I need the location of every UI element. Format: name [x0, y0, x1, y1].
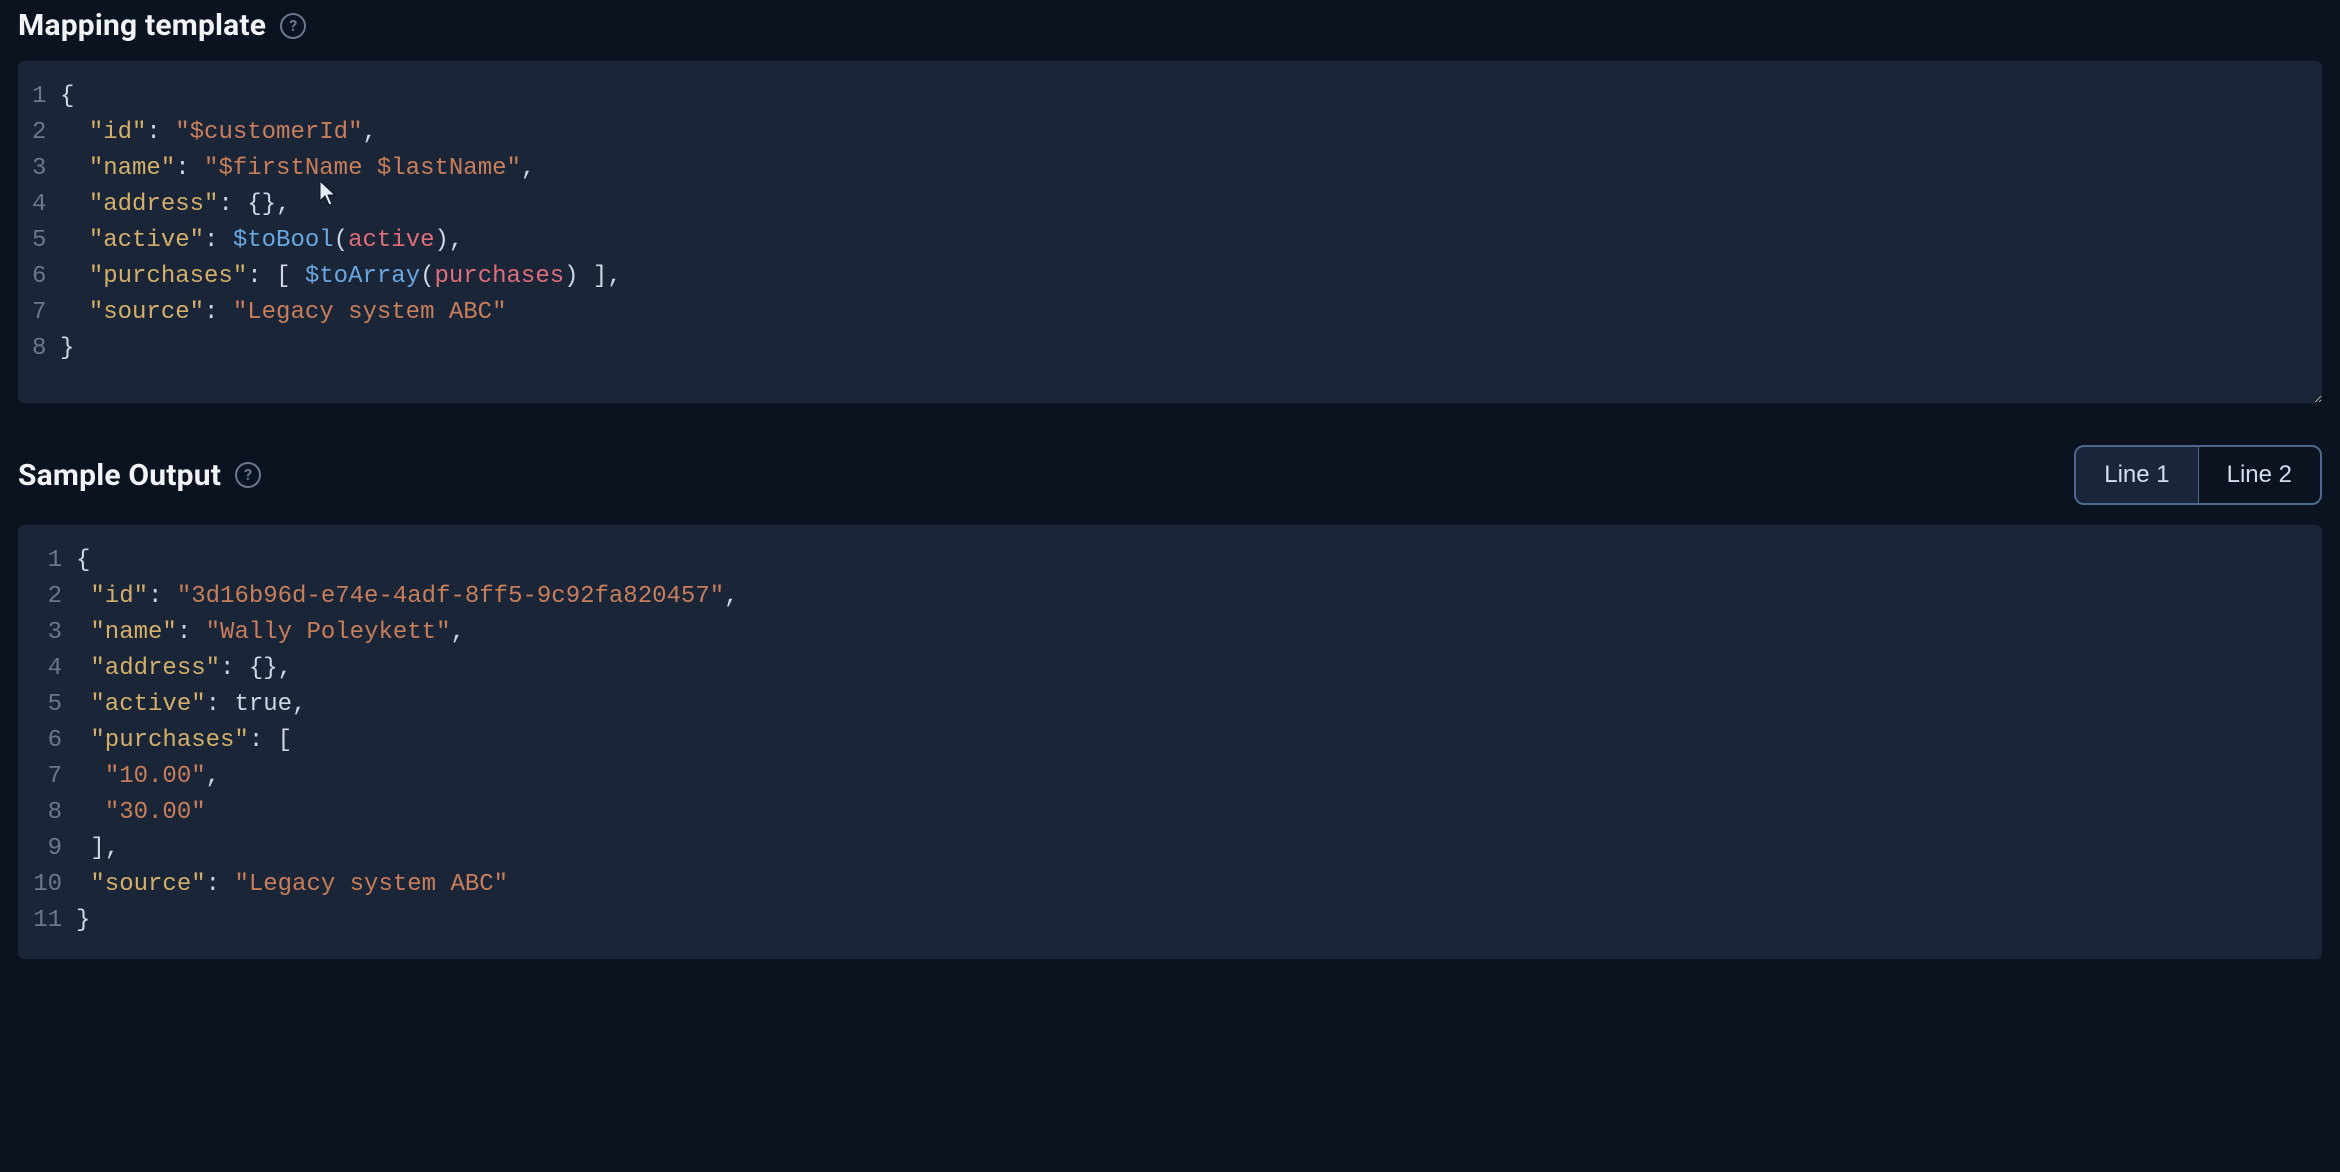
- code-line: 6 "purchases": [: [32, 723, 2308, 759]
- code-line: 8}: [32, 331, 2308, 367]
- code-line: 4 "address": {},: [32, 651, 2308, 687]
- line-number: 3: [32, 151, 60, 187]
- line-number: 1: [32, 543, 76, 579]
- code-line: 11}: [32, 903, 2308, 939]
- line-number: 4: [32, 651, 76, 687]
- sample-output-title: Sample Output: [18, 458, 221, 493]
- code-line: 5 "active": true,: [32, 687, 2308, 723]
- mapping-template-editor[interactable]: 1{2 "id": "$customerId",3 "name": "$firs…: [18, 61, 2322, 403]
- sample-output-header: Sample Output ?: [18, 458, 261, 493]
- code-line: 7 "source": "Legacy system ABC": [32, 295, 2308, 331]
- mapping-template-code[interactable]: 1{2 "id": "$customerId",3 "name": "$firs…: [32, 79, 2308, 367]
- help-icon[interactable]: ?: [280, 13, 306, 39]
- sample-output-code: 1{2 "id": "3d16b96d-e74e-4adf-8ff5-9c92f…: [32, 543, 2308, 939]
- code-line: 1{: [32, 543, 2308, 579]
- code-line: 3 "name": "$firstName $lastName",: [32, 151, 2308, 187]
- code-line: 5 "active": $toBool(active),: [32, 223, 2308, 259]
- line-number: 7: [32, 759, 76, 795]
- line-number: 1: [32, 79, 60, 115]
- line-number: 6: [32, 259, 60, 295]
- line-number: 3: [32, 615, 76, 651]
- code-line: 2 "id": "$customerId",: [32, 115, 2308, 151]
- sample-line-tab-2[interactable]: Line 2: [2198, 447, 2320, 503]
- code-line: 10 "source": "Legacy system ABC": [32, 867, 2308, 903]
- mapping-template-header: Mapping template ?: [18, 8, 2322, 43]
- line-number: 6: [32, 723, 76, 759]
- sample-output-viewer: 1{2 "id": "3d16b96d-e74e-4adf-8ff5-9c92f…: [18, 525, 2322, 959]
- code-line: 6 "purchases": [ $toArray(purchases) ],: [32, 259, 2308, 295]
- help-icon[interactable]: ?: [235, 462, 261, 488]
- line-number: 2: [32, 579, 76, 615]
- code-line: 8 "30.00": [32, 795, 2308, 831]
- code-line: 3 "name": "Wally Poleykett",: [32, 615, 2308, 651]
- line-number: 9: [32, 831, 76, 867]
- sample-line-tab-1[interactable]: Line 1: [2076, 447, 2197, 503]
- mapping-template-title: Mapping template: [18, 8, 266, 43]
- line-number: 8: [32, 795, 76, 831]
- line-number: 2: [32, 115, 60, 151]
- line-number: 11: [32, 903, 76, 939]
- code-line: 2 "id": "3d16b96d-e74e-4adf-8ff5-9c92fa8…: [32, 579, 2308, 615]
- line-number: 5: [32, 223, 60, 259]
- sample-line-toggle[interactable]: Line 1Line 2: [2074, 445, 2322, 505]
- line-number: 5: [32, 687, 76, 723]
- code-line: 4 "address": {},: [32, 187, 2308, 223]
- code-line: 1{: [32, 79, 2308, 115]
- line-number: 10: [32, 867, 76, 903]
- line-number: 4: [32, 187, 60, 223]
- code-line: 7 "10.00",: [32, 759, 2308, 795]
- line-number: 7: [32, 295, 60, 331]
- code-line: 9 ],: [32, 831, 2308, 867]
- line-number: 8: [32, 331, 60, 367]
